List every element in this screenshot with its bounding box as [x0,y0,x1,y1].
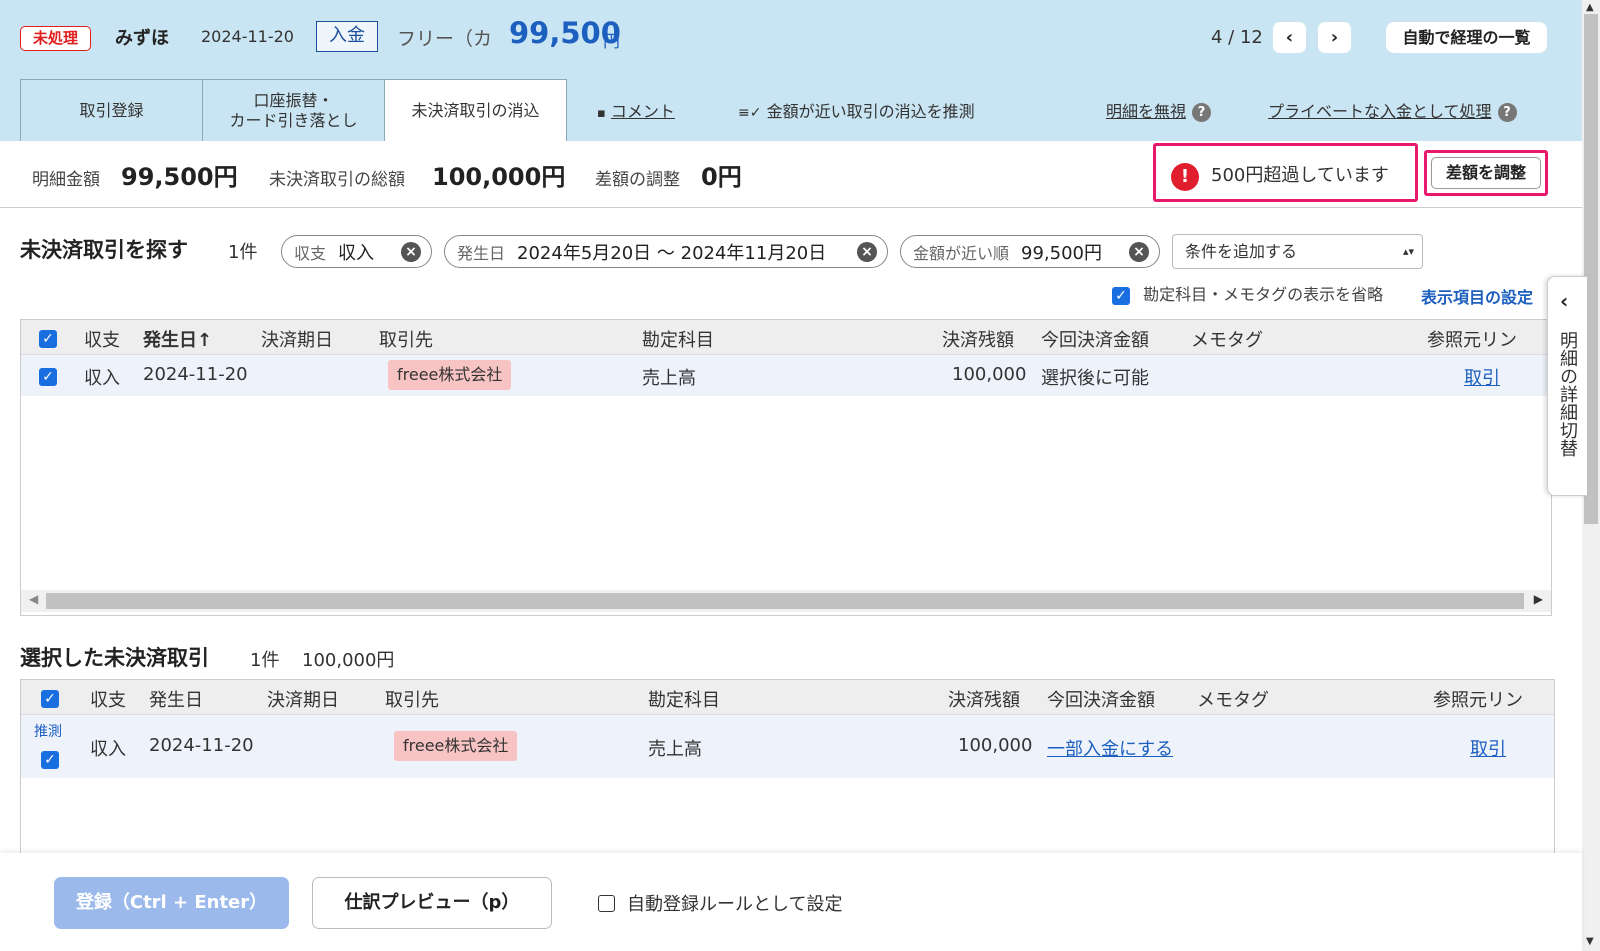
partner-tag: freee株式会社 [388,360,512,390]
footer-bar: 登録（Ctrl + Enter） 仕訳プレビュー（p） 自動登録ルールとして設定 [0,853,1582,951]
selected-count: 1件 [250,650,280,671]
tab-label: 未決済取引の消込 [411,100,540,120]
col-payment: 今回決済金額 [1041,330,1149,351]
table-row[interactable]: 推測 ✓ 収入 2024-11-20 freee株式会社 売上高 100,000… [21,715,1554,778]
warning-text: 500円超過しています [1211,165,1389,186]
amount-unit: 円 [603,32,620,52]
prev-button[interactable]: ‹ [1273,22,1306,53]
next-button[interactable]: › [1318,22,1351,53]
scroll-left-icon[interactable]: ◀ [29,592,38,606]
detail-amount-label: 明細金額 [32,170,100,190]
transaction-link[interactable]: 取引 [1464,364,1500,390]
scroll-right-icon[interactable]: ▶ [1534,592,1543,606]
guess-link[interactable]: ≡✓ 金額が近い取引の消込を推測 [738,98,975,122]
detail-toggle-panel[interactable]: ‹ 明細の詳細切替 [1547,276,1587,496]
ignore-link[interactable]: 明細を無視? [1106,98,1212,122]
tab-reconcile[interactable]: 未決済取引の消込 [384,79,567,141]
col-partner: 取引先 [379,330,433,351]
overage-warning: ! 500円超過しています [1153,143,1418,202]
tab-register[interactable]: 取引登録 [20,79,203,141]
omit-checkbox[interactable]: ✓ [1112,287,1130,305]
col-due: 決済期日 [261,330,333,351]
pager-position: 4 / 12 [1211,27,1263,48]
sort-arrow-icon: ↑ [197,330,213,351]
partner-tag: freee株式会社 [394,731,518,761]
search-section-title: 未決済取引を探す [20,238,188,262]
adjust-highlight: 差額を調整 [1424,150,1548,196]
col-type: 収支 [84,330,120,351]
header-bar: 未処理 みずほ 2024-11-20 入金 フリー（カ 99,500 円 4 /… [0,0,1582,141]
status-badge: 未処理 [20,26,91,51]
comment-icon: ▪ [597,106,606,121]
horizontal-scrollbar[interactable]: ◀ ▶ [21,590,1551,612]
col-account: 勘定科目 [642,330,714,351]
col-date[interactable]: 発生日↑ [143,326,212,352]
unsettled-total-label: 未決済取引の総額 [269,170,405,190]
journal-preview-button[interactable]: 仕訳プレビュー（p） [312,877,552,929]
counterparty-name: フリー（カ [397,28,493,50]
add-condition-select[interactable]: 条件を追加する ▴▾ [1172,234,1423,269]
filter-chip-date[interactable]: 発生日 2024年5月20日 〜 2024年11月20日 × [444,235,888,268]
col-remaining: 決済残額 [942,330,1014,351]
clear-icon[interactable]: × [401,242,421,262]
row-checkbox[interactable]: ✓ [39,368,57,386]
select-all-checkbox[interactable]: ✓ [41,690,59,708]
detail-amount-value: 99,500円 [121,163,238,191]
scroll-up-icon[interactable]: ▲ [1586,2,1594,13]
row-checkbox[interactable]: ✓ [41,751,59,769]
omit-option[interactable]: ✓ 勘定科目・メモタグの表示を省略 [1112,281,1383,305]
register-button[interactable]: 登録（Ctrl + Enter） [54,877,289,929]
tab-label: 口座振替・ カード引き落とし [229,91,358,130]
table-header: ✓ 収支 発生日 決済期日 取引先 勘定科目 決済残額 今回決済金額 メモタグ … [21,680,1554,715]
transaction-link[interactable]: 取引 [1470,735,1506,761]
select-all-checkbox[interactable]: ✓ [39,330,57,348]
chevron-left-icon: ‹ [1560,289,1569,313]
search-result-count: 1件 [228,242,258,263]
auto-rule-checkbox[interactable] [598,894,615,912]
scroll-down-icon[interactable]: ▼ [1586,936,1594,947]
direction-badge: 入金 [316,21,378,52]
help-icon[interactable]: ? [1497,103,1517,122]
tab-label: 取引登録 [79,100,144,120]
scroll-thumb[interactable] [46,593,1524,609]
col-ref: 参照元リン [1427,330,1517,351]
bank-name: みずほ [115,28,169,49]
partial-payment-link[interactable]: 一部入金にする [1047,735,1173,761]
clear-icon[interactable]: × [857,242,877,262]
table-row[interactable]: ✓ 収入 2024-11-20 freee株式会社 売上高 100,000 選択… [21,355,1551,396]
unsettled-table: ✓ 収支 発生日↑ 決済期日 取引先 勘定科目 決済残額 今回決済金額 メモタグ… [20,319,1552,616]
help-icon[interactable]: ? [1192,103,1212,122]
transaction-date: 2024-11-20 [201,27,294,46]
adjust-difference-button[interactable]: 差額を調整 [1431,157,1541,189]
selected-table: ✓ 収支 発生日 決済期日 取引先 勘定科目 決済残額 今回決済金額 メモタグ … [20,679,1555,859]
table-header: ✓ 収支 発生日↑ 決済期日 取引先 勘定科目 決済残額 今回決済金額 メモタグ… [21,320,1551,355]
selected-section-title: 選択した未決済取引 [20,646,209,670]
select-arrow-icon: ▴▾ [1402,245,1414,258]
list-check-icon: ≡✓ [738,105,762,121]
clear-icon[interactable]: × [1129,242,1149,262]
summary-bar: 明細金額 99,500円 未決済取引の総額 100,000円 差額の調整 0円 … [0,141,1582,208]
display-settings-link[interactable]: 表示項目の設定 [1421,284,1533,308]
filter-chip-amount[interactable]: 金額が近い順 99,500円 × [900,235,1160,268]
selected-total: 100,000円 [302,650,395,671]
diff-adjust-label: 差額の調整 [595,170,680,190]
col-memo: メモタグ [1191,330,1263,351]
auto-rule-option[interactable]: 自動登録ルールとして設定 [598,890,842,916]
tab-transfer[interactable]: 口座振替・ カード引き落とし [202,79,385,141]
alert-icon: ! [1171,163,1199,191]
comment-link[interactable]: ▪ コメント [597,98,675,122]
unsettled-total-value: 100,000円 [432,163,566,191]
private-link[interactable]: プライベートな入金として処理? [1268,98,1517,122]
auto-list-button[interactable]: 自動で経理の一覧 [1386,22,1547,53]
guess-label: 推測 [34,724,62,740]
detail-toggle-label: 明細の詳細切替 [1557,331,1578,457]
diff-adjust-value: 0円 [701,163,742,191]
filter-chip-type[interactable]: 収支 収入 × [281,235,432,268]
